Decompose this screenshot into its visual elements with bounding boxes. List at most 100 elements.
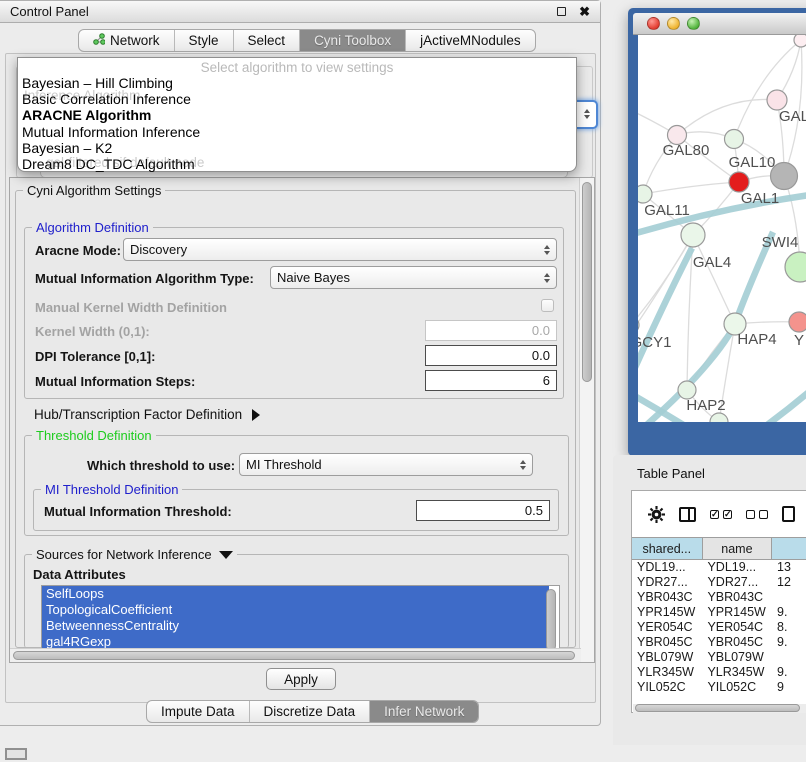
table-row[interactable]: YER054CYER054C8. [632,620,806,635]
mi-threshold-field[interactable]: 0.5 [416,500,550,521]
settings-horizontal-scrollbar-thumb[interactable] [13,651,575,660]
mi-steps-field[interactable]: 6 [425,370,557,391]
network-canvas[interactable]: GALGAL80GAL10GAL1GAL11GAL4SWI4GCY1HAP4YH… [638,35,806,422]
node-unlabeled[interactable] [710,413,728,422]
table-horizontal-scrollbar-thumb[interactable] [635,704,800,712]
close-icon[interactable]: ✖ [579,7,590,16]
node-label-GAL11: GAL11 [644,202,690,219]
close-traffic-light-icon[interactable] [647,17,660,30]
data-attributes-list[interactable]: SelfLoopsTopologicalCoefficientBetweenne… [41,585,560,656]
tab-jactivemnodules[interactable]: jActiveMNodules [406,30,535,51]
network-icon [93,33,105,48]
sources-title-row[interactable]: Sources for Network Inference [32,547,237,562]
settings-gear-icon[interactable] [648,506,665,523]
table-toolbar: ✓✓ [632,491,806,537]
node-GAL10[interactable] [725,130,744,149]
manual-kernel-width-checkbox[interactable] [541,299,554,312]
settings-vertical-scrollbar-thumb[interactable] [582,182,592,382]
node-unlabeled[interactable] [771,163,798,190]
attribute-item[interactable]: TopologicalCoefficient [42,602,549,618]
combo-down-arrow-icon [584,115,590,119]
node-Y[interactable] [789,312,806,332]
node-label-GAL80: GAL80 [663,142,710,159]
algorithm-option[interactable]: Bayesian – Hill Climbing [18,75,576,91]
column-header-clipped[interactable] [772,538,806,559]
network-edge[interactable] [638,235,693,340]
apply-button-label: Apply [284,672,318,687]
algorithm-option[interactable]: Basic Correlation Inference [18,91,576,107]
table-cell: YPR145W [702,605,772,620]
network-edge[interactable] [693,235,735,324]
table-row[interactable]: YBR045CYBR045C9. [632,635,806,650]
attributes-scrollbar-thumb[interactable] [546,589,556,651]
algorithm-option[interactable]: Bayesian – K2 [18,140,576,156]
minimize-traffic-light-icon[interactable] [667,17,680,30]
settings-vertical-scrollbar[interactable] [579,178,594,662]
network-edge[interactable] [677,99,777,135]
node-GAL4[interactable] [681,223,705,247]
node-GAL11[interactable] [638,185,652,203]
control-panel-title: Control Panel [10,4,89,19]
table-cell: YDR27... [702,575,772,590]
tab-select[interactable]: Select [234,30,301,51]
hub-definition-expander[interactable]: Hub/Transcription Factor Definition [34,407,260,422]
mi-algorithm-type-combobox[interactable]: Naive Bayes [270,266,557,289]
tab-impute-data[interactable]: Impute Data [147,701,250,722]
table-row[interactable]: YDR27...YDR27...12 [632,575,806,590]
show-columns-icon[interactable]: ✓✓ [710,510,732,519]
algorithm-option[interactable]: Mutual Information Inference [18,124,576,140]
table-cell: YBL079W [702,650,772,665]
tab-cyni-toolbox[interactable]: Cyni Toolbox [300,30,406,51]
hub-definition-label: Hub/Transcription Factor Definition [34,407,242,422]
control-panel-tabs: Network Style SelectCyni ToolboxjActiveMNo… [78,29,536,52]
table-row[interactable]: YDL19...YDL19...13 [632,560,806,575]
control-panel-titlebar[interactable]: Control Panel ✖ [0,1,600,23]
table-row[interactable]: YBR043CYBR043C [632,590,806,605]
table-horizontal-scrollbar[interactable] [633,704,806,713]
table-header-row: shared...name [632,537,806,560]
settings-horizontal-scrollbar[interactable] [10,648,581,662]
network-window-titlebar[interactable] [633,13,806,35]
attribute-item[interactable]: BetweennessCentrality [42,618,549,634]
zoom-traffic-light-icon[interactable] [687,17,700,30]
algorithm-option[interactable]: ARACNE Algorithm [18,107,576,123]
node-SWI4[interactable] [785,252,806,282]
float-window-icon[interactable] [557,7,566,16]
aracne-mode-combobox[interactable]: Discovery [123,238,557,261]
which-threshold-combobox[interactable]: MI Threshold [239,453,533,476]
network-edge[interactable] [638,248,692,381]
table-row[interactable]: YLR345WYLR345W9. [632,665,806,680]
columns-icon[interactable] [679,507,696,522]
table-panel-titlebar[interactable]: Table Panel [613,458,806,488]
algorithm-option[interactable]: Dream8 DC_TDC Algorithm [18,156,576,172]
table-cell: 9 [772,680,806,695]
tab-discretize-data[interactable]: Discretize Data [250,701,371,722]
new-table-icon[interactable] [782,506,795,522]
node-label-HAP4: HAP4 [737,331,776,348]
node-GAL1[interactable] [729,172,749,192]
node-GCY1[interactable] [638,317,639,333]
apply-button[interactable]: Apply [266,668,336,690]
column-header-shared...[interactable]: shared... [632,538,703,559]
dpi-tolerance-field[interactable]: 0.0 [425,345,557,366]
expand-right-arrow-icon[interactable] [252,409,260,421]
hide-columns-icon[interactable] [746,510,768,519]
tab-infer-network[interactable]: Infer Network [370,701,478,722]
attribute-item[interactable]: SelfLoops [42,586,549,602]
tab-style[interactable]: Style [175,30,234,51]
table-cell: YBR045C [702,635,772,650]
panel-collapse-icon[interactable] [5,748,27,760]
tab-label: Style [189,33,219,48]
table-row[interactable]: YPR145WYPR145W9. [632,605,806,620]
node-unlabeled[interactable] [794,35,806,47]
kernel-width-field[interactable]: 0.0 [425,320,557,341]
network-edge[interactable] [756,391,806,422]
column-header-name[interactable]: name [703,538,773,559]
network-edge[interactable] [643,182,739,194]
table-row[interactable]: YBL079WYBL079W [632,650,806,665]
table-row[interactable]: YIL052CYIL052C9 [632,680,806,695]
node-GAL[interactable] [767,90,787,110]
collapse-down-arrow-icon[interactable] [219,551,233,559]
aracne-mode-value: Discovery [130,242,187,257]
tab-network[interactable]: Network [79,30,175,51]
